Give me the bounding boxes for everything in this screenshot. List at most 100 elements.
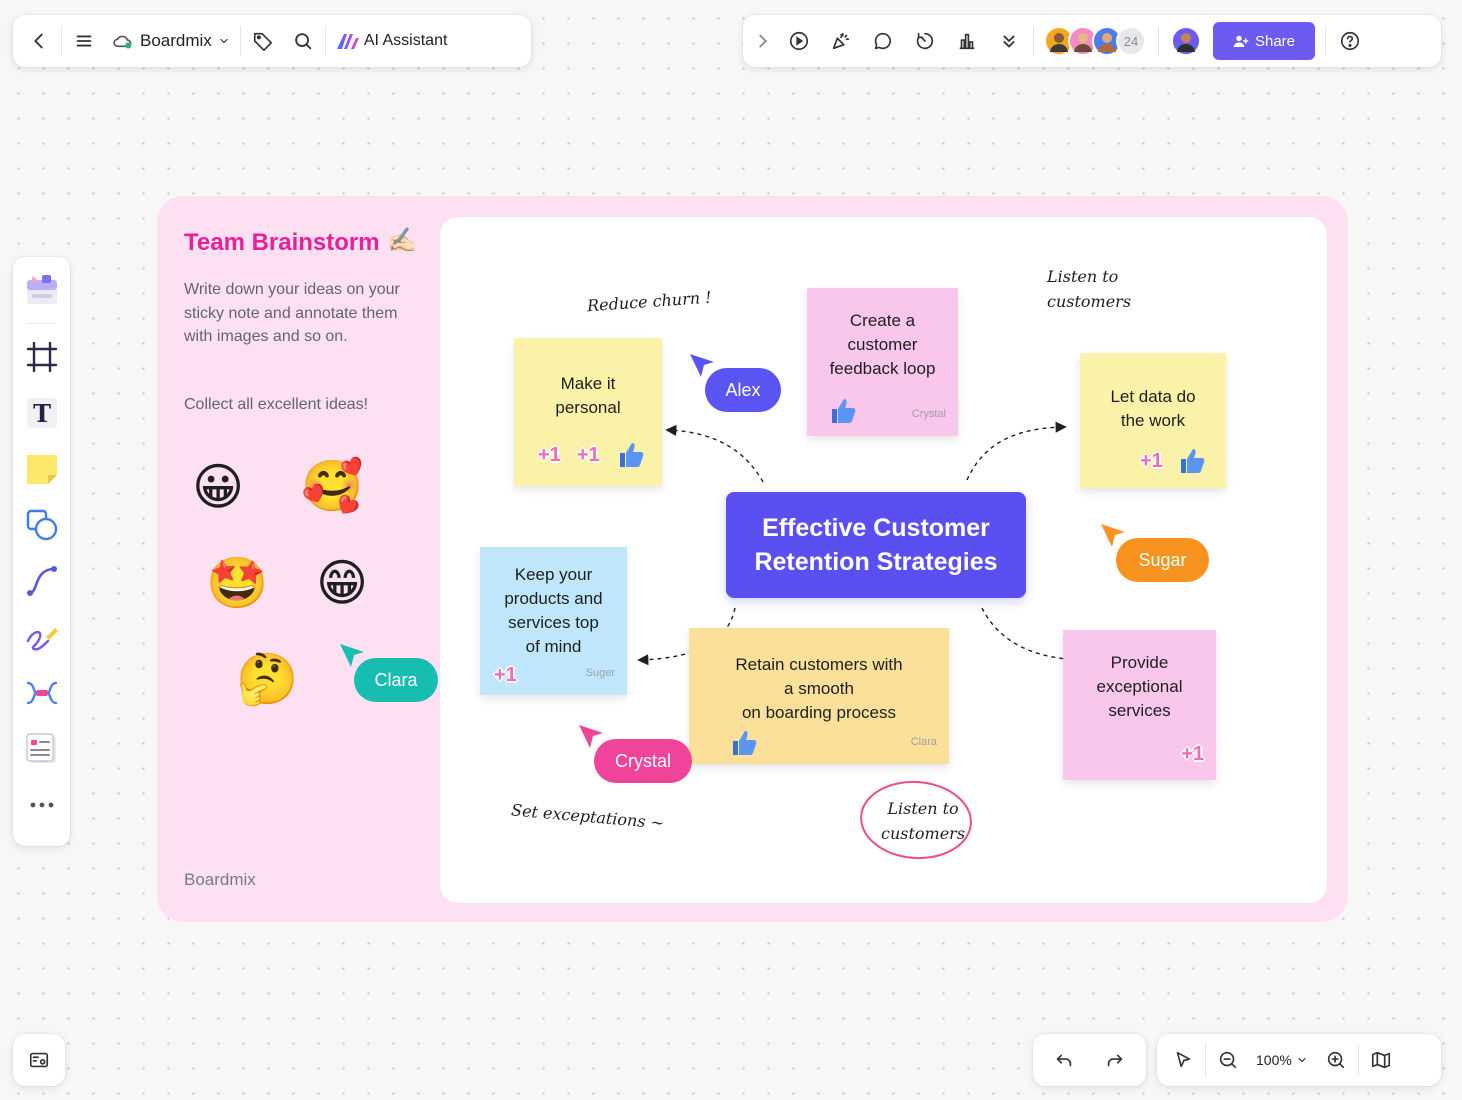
plus-one-reaction[interactable]: +1	[538, 443, 561, 467]
writing-hand-emoji: ✍🏻	[387, 227, 417, 254]
menu-icon[interactable]	[66, 23, 102, 59]
more-chevrons-icon[interactable]	[991, 23, 1027, 59]
annotation-line: customers	[1047, 292, 1132, 311]
redo-icon[interactable]	[1097, 1042, 1133, 1078]
history-bar	[1033, 1034, 1146, 1086]
plus-one-reaction[interactable]: +1	[577, 443, 600, 467]
vote-chart-icon[interactable]	[949, 23, 985, 59]
sticky-note-keep-products[interactable]: Keep your products and services top of m…	[480, 547, 627, 695]
zoom-level-value: 100%	[1256, 1052, 1292, 1068]
sticky-author: Crystal	[911, 408, 946, 420]
divider	[239, 26, 241, 56]
annotation-listen-customers-bottom[interactable]: Listen to customers	[881, 796, 965, 846]
sticky-note-let-data[interactable]: Let data do the work +1	[1080, 353, 1226, 488]
sticky-text-line: Make it	[560, 374, 616, 393]
sticky-text-line: Let data do	[1110, 387, 1196, 406]
zoom-in-icon[interactable]	[1318, 1042, 1354, 1078]
plus-one-reaction[interactable]: +1	[494, 663, 517, 687]
center-topic-line1: Effective Customer	[762, 514, 990, 542]
sticky-text-line: feedback loop	[829, 359, 936, 378]
text-tool-icon[interactable]: T	[19, 388, 65, 438]
thumbs-up-icon[interactable]	[729, 728, 759, 758]
cursor-label: Clara	[354, 658, 438, 702]
add-user-icon	[1233, 35, 1249, 47]
sticky-text-line: Keep your	[514, 565, 593, 584]
comment-icon[interactable]	[865, 23, 901, 59]
board-panel-icon[interactable]	[21, 1042, 57, 1078]
thumbs-up-icon[interactable]	[616, 440, 646, 470]
sticky-note-feedback-loop[interactable]: Create a customer feedback loop Crystal	[807, 288, 958, 436]
cloud-sync-icon	[113, 35, 132, 49]
center-topic-node[interactable]: Effective Customer Retention Strategies	[726, 492, 1026, 598]
connector-tool-icon[interactable]	[19, 556, 65, 606]
divider	[1205, 1045, 1206, 1075]
plus-one-reaction[interactable]: +1	[1181, 742, 1204, 766]
divider	[27, 323, 56, 324]
divider	[1158, 26, 1159, 56]
person-icon	[1098, 33, 1116, 52]
sticky-text-line: of mind	[525, 637, 582, 656]
chevron-down-icon	[1298, 1057, 1306, 1063]
celebrate-icon[interactable]	[823, 23, 859, 59]
sticky-note-make-personal[interactable]: Make it personal +1 +1	[514, 338, 662, 486]
sticky-text-line: services top	[508, 613, 599, 632]
chevron-right-icon[interactable]	[751, 23, 775, 59]
share-button[interactable]: Share	[1213, 22, 1315, 60]
select-cursor-icon[interactable]	[1165, 1042, 1201, 1078]
sticky-note-exceptional-services[interactable]: Provide exceptional services +1	[1063, 630, 1216, 780]
cursor-label: Sugar	[1116, 538, 1209, 582]
center-topic-line2: Retention Strategies	[754, 548, 998, 576]
help-icon[interactable]	[1332, 23, 1368, 59]
divider	[324, 26, 326, 56]
grinning-emoji[interactable]: 😀	[192, 462, 244, 512]
undo-icon[interactable]	[1046, 1042, 1082, 1078]
annotation-line: Listen to	[887, 799, 959, 818]
map-view-icon[interactable]	[1363, 1042, 1399, 1078]
sticky-note-tool-icon[interactable]	[19, 444, 65, 494]
person-icon	[1050, 33, 1068, 52]
sticky-text-line: exceptional	[1096, 677, 1183, 696]
sticky-text-line: Retain customers with	[735, 655, 903, 674]
frame-tool-icon[interactable]	[19, 332, 65, 382]
collaborator-avatars[interactable]: 24	[1044, 26, 1146, 56]
list-tool-icon[interactable]	[19, 724, 65, 774]
present-play-icon[interactable]	[781, 23, 817, 59]
sticky-text-line: Provide	[1110, 653, 1169, 672]
thumbs-up-icon[interactable]	[1177, 446, 1207, 476]
mind-map-tool-icon[interactable]	[19, 668, 65, 718]
shape-tool-icon[interactable]	[19, 500, 65, 550]
sticky-text-line: a smooth	[784, 679, 854, 698]
sticky-text-line: services	[1108, 701, 1171, 720]
thinking-emoji[interactable]: 🤔	[236, 654, 298, 704]
ai-assistant-button[interactable]: AI Assistant	[330, 32, 454, 50]
sticky-note-retain-customers[interactable]: Retain customers with a smooth on boardi…	[689, 628, 949, 764]
zoom-level-dropdown[interactable]: 100%	[1250, 1052, 1314, 1068]
plus-one-reaction[interactable]: +1	[1140, 449, 1163, 473]
thumbs-up-icon[interactable]	[828, 396, 858, 426]
frame-brand: Boardmix	[184, 870, 256, 889]
timer-icon[interactable]	[907, 23, 943, 59]
current-user-avatar[interactable]	[1171, 26, 1201, 56]
back-icon[interactable]	[21, 23, 57, 59]
sticky-text-line: personal	[555, 398, 621, 417]
divider	[1033, 26, 1034, 56]
board-name: Boardmix	[140, 31, 212, 50]
more-tools-icon[interactable]	[19, 780, 65, 830]
top-right-toolbar: 24 Share	[743, 15, 1441, 67]
sticky-author: Suger	[585, 667, 615, 679]
star-struck-emoji[interactable]: 🤩	[206, 558, 268, 608]
sticky-text-line: customer	[847, 335, 918, 354]
search-icon[interactable]	[285, 23, 321, 59]
zoom-out-icon[interactable]	[1210, 1042, 1246, 1078]
frame-description: Write down your ideas on your sticky not…	[184, 281, 400, 345]
tag-icon[interactable]	[245, 23, 281, 59]
pen-tool-icon[interactable]	[19, 612, 65, 662]
annotation-listen-customers-top[interactable]: Listen to customers	[1047, 264, 1131, 314]
divider	[1357, 1045, 1359, 1075]
board-name-dropdown[interactable]: Boardmix	[106, 31, 236, 51]
ai-assistant-label: AI Assistant	[363, 32, 448, 49]
annotation-line: customers	[881, 824, 966, 843]
template-library-icon[interactable]	[19, 265, 65, 315]
beaming-emoji[interactable]: 😁	[316, 558, 368, 608]
smiling-hearts-emoji[interactable]: 🥰	[301, 461, 363, 511]
